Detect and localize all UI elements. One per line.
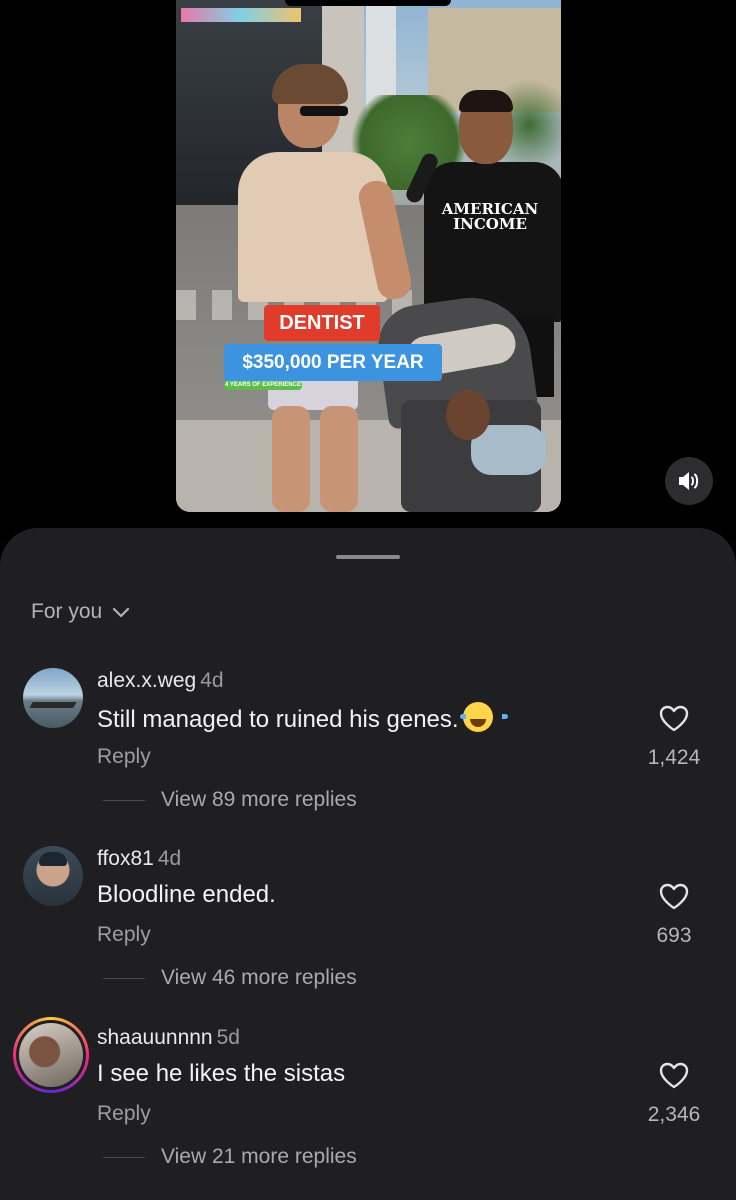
stroller: [373, 290, 561, 512]
sheet-drag-handle[interactable]: [336, 555, 400, 559]
comment-item: ffox81 4d Bloodline ended. Reply View 46 …: [0, 846, 736, 1016]
like-button[interactable]: 1,424: [634, 704, 714, 770]
comment-item: shaauunnnn 5d I see he likes the sistas R…: [0, 1017, 736, 1195]
like-button[interactable]: 2,346: [634, 1061, 714, 1127]
view-replies-button[interactable]: View 89 more replies: [103, 788, 357, 812]
story-ring[interactable]: [13, 1017, 89, 1093]
comment-username[interactable]: alex.x.weg: [97, 669, 196, 692]
shirt-text: AMERICAN INCOME: [441, 200, 539, 233]
sunglasses: [300, 106, 348, 116]
comment-text: Bloodline ended.: [97, 881, 276, 908]
comment-timestamp: 4d: [157, 847, 182, 870]
video-frame[interactable]: AMERICAN INCOME DENTIST $350,000 PER YEA…: [176, 0, 561, 512]
view-replies-button[interactable]: View 46 more replies: [103, 966, 357, 990]
view-replies-label: View 21 more replies: [161, 1145, 357, 1168]
child-figure: [436, 390, 546, 480]
chevron-down-icon: [113, 607, 130, 618]
comments-sheet[interactable]: For you alex.x.weg 4d Still managed to ru…: [0, 528, 736, 1200]
like-count: 2,346: [647, 1103, 701, 1126]
filter-label: For you: [31, 600, 103, 623]
avatar: [19, 1023, 83, 1087]
view-replies-label: View 46 more replies: [161, 966, 357, 989]
screen-notch: [285, 0, 451, 6]
tears-of-joy-emoji-icon: [459, 702, 508, 732]
comment-username[interactable]: ffox81: [97, 847, 154, 870]
video-player[interactable]: AMERICAN INCOME DENTIST $350,000 PER YEA…: [0, 0, 736, 530]
overlay-experience-label: 4 YEARS OF EXPERIENCE: [224, 381, 302, 390]
comment-text: Still managed to ruined his genes.: [97, 706, 459, 733]
interviewee-figure: [238, 64, 415, 512]
comment-filter-dropdown[interactable]: For you: [31, 600, 130, 624]
divider: [103, 977, 145, 979]
comment-header: alex.x.weg 4d: [97, 668, 224, 694]
heart-icon: [659, 705, 689, 732]
overlay-salary-label: $350,000 PER YEAR: [224, 344, 442, 381]
like-count: 1,424: [647, 746, 701, 769]
comment-header: shaauunnnn 5d: [97, 1025, 240, 1051]
comment-header: ffox81 4d: [97, 846, 181, 872]
avatar[interactable]: [23, 846, 83, 906]
avatar[interactable]: [23, 668, 83, 728]
reply-button[interactable]: Reply: [97, 745, 151, 769]
comment-username[interactable]: shaauunnnn: [97, 1026, 213, 1049]
like-button[interactable]: 693: [634, 882, 714, 948]
like-count: 693: [656, 924, 692, 947]
comment-item: alex.x.weg 4d Still managed to ruined his…: [0, 668, 736, 838]
view-replies-label: View 89 more replies: [161, 788, 357, 811]
overlay-job-label: DENTIST: [264, 305, 380, 341]
sound-toggle-button[interactable]: [665, 457, 713, 505]
heart-icon: [659, 1062, 689, 1089]
comment-timestamp: 4d: [200, 669, 224, 692]
comment-text: I see he likes the sistas: [97, 1060, 346, 1087]
divider: [103, 799, 145, 801]
building-sign: [181, 8, 301, 22]
comment-text-row: Still managed to ruined his genes.: [97, 702, 508, 735]
view-replies-button[interactable]: View 21 more replies: [103, 1145, 357, 1169]
reply-button[interactable]: Reply: [97, 1102, 151, 1126]
divider: [103, 1156, 145, 1158]
speaker-icon: [679, 472, 699, 490]
reply-button[interactable]: Reply: [97, 923, 151, 947]
comment-timestamp: 5d: [216, 1026, 240, 1049]
heart-icon: [659, 883, 689, 910]
